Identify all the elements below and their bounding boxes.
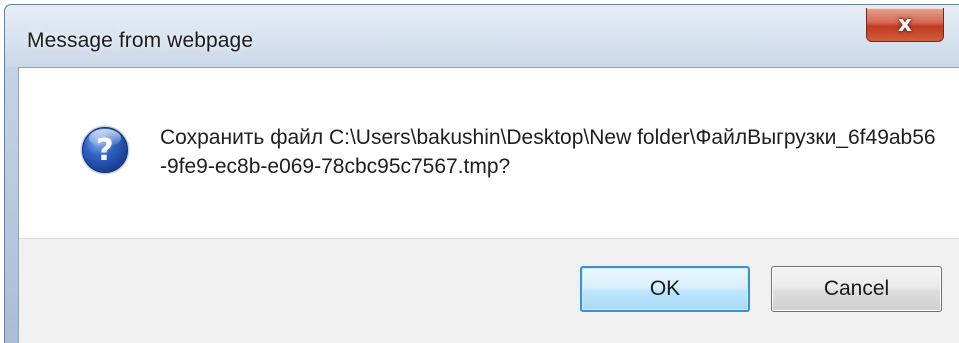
question-icon: ? [80,125,130,175]
message-area: ? Сохранить файл C:\Users\bakushin\Deskt… [19,68,959,238]
question-glyph: ? [96,133,113,168]
window-title: Message from webpage [27,29,254,52]
dialog-client-area: ? Сохранить файл C:\Users\bakushin\Deskt… [18,67,959,343]
close-button[interactable]: x [866,8,944,42]
cancel-button[interactable]: Cancel [771,266,942,312]
page: Message from webpage x ? Сохранить файл … [0,0,959,343]
close-icon: x [897,11,913,37]
dialog-message: Сохранить файл C:\Users\bakushin\Desktop… [160,126,936,178]
button-area: OK Cancel [19,238,959,343]
dialog-window: Message from webpage x ? Сохранить файл … [4,4,959,343]
ok-button[interactable]: OK [580,266,750,312]
